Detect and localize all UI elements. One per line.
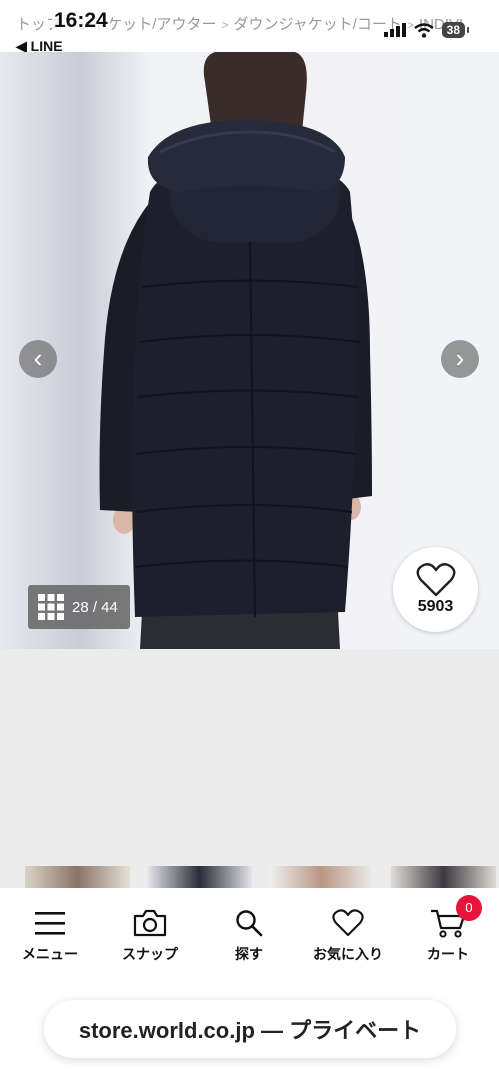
grid-icon: [38, 594, 64, 620]
heart-icon: [332, 909, 364, 937]
wifi-icon: [413, 22, 434, 38]
breadcrumb-item[interactable]: ダウンジャケット/コート: [233, 16, 401, 33]
url-bar[interactable]: store.world.co.jp — プライベート: [44, 1000, 456, 1058]
favorite-count: 5903: [417, 598, 454, 615]
tab-label: お気に入り: [313, 946, 383, 962]
cart-count-badge: 0: [456, 895, 482, 921]
status-icons: 38: [383, 22, 470, 38]
tab-label: 探す: [235, 946, 263, 962]
image-counter-button[interactable]: 28 / 44: [28, 585, 130, 629]
top-bar: トップ>ジャケット/アウター>ダウンジャケット/コート>INDIVI 16:24…: [0, 0, 499, 56]
menu-icon: [35, 912, 65, 935]
tab-label: スナップ: [122, 946, 178, 962]
url-text: store.world.co.jp — プライベート: [78, 1018, 422, 1043]
tab-menu[interactable]: メニュー: [5, 906, 95, 964]
tab-search[interactable]: 探す: [204, 906, 294, 964]
signal-icon: [383, 23, 406, 37]
tab-snap[interactable]: スナップ: [105, 906, 195, 964]
next-image-button[interactable]: ›: [441, 340, 479, 378]
thumbnail[interactable]: [147, 866, 252, 888]
tab-label: カート: [427, 946, 469, 962]
search-icon: [236, 910, 263, 937]
camera-icon: [133, 909, 167, 937]
heart-icon: [416, 563, 455, 597]
image-counter: 28 / 44: [72, 598, 118, 616]
favorite-button[interactable]: 5903: [393, 547, 478, 632]
chevron-right-icon: ›: [455, 343, 465, 373]
status-time: 16:24: [52, 9, 110, 33]
tab-label: メニュー: [22, 946, 78, 962]
battery-indicator: 38: [441, 22, 470, 38]
thumbnail[interactable]: [25, 866, 130, 888]
prev-image-button[interactable]: ‹: [19, 340, 57, 378]
chevron-left-icon: ‹: [33, 343, 43, 373]
thumbnail[interactable]: [391, 866, 496, 888]
thumbnail-strip: [0, 866, 499, 888]
thumbnail[interactable]: [269, 866, 374, 888]
tab-favorites[interactable]: お気に入り: [303, 906, 393, 964]
